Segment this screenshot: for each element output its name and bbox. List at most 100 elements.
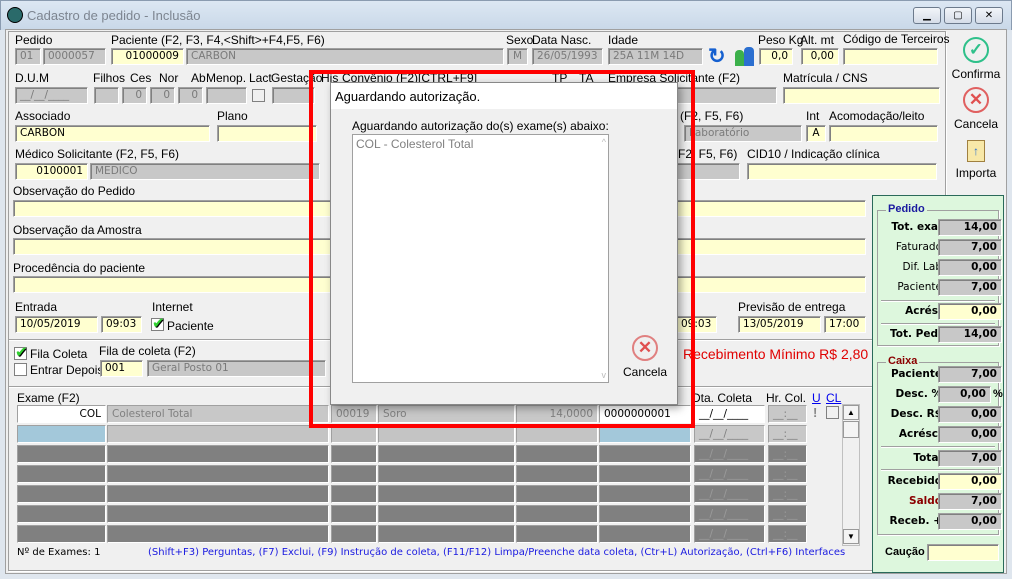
- scroll-down-button[interactable]: ▼: [843, 529, 859, 544]
- sexo-field[interactable]: M: [507, 48, 528, 65]
- ab-field[interactable]: 0: [178, 87, 203, 104]
- cancela-button[interactable]: ✕ Cancela: [948, 87, 1004, 131]
- cl-checkbox[interactable]: [826, 406, 839, 419]
- grid-cell[interactable]: [107, 425, 329, 443]
- grid-cell[interactable]: [107, 445, 329, 463]
- acresc-field[interactable]: 0,00: [938, 426, 1002, 443]
- u-link[interactable]: U: [812, 391, 821, 405]
- grid-cell[interactable]: [378, 525, 515, 543]
- grid-cell[interactable]: [378, 485, 515, 503]
- grid-cell[interactable]: [516, 505, 598, 523]
- previsao-time-field[interactable]: 17:00: [824, 316, 866, 333]
- cl-link[interactable]: CL: [826, 391, 841, 405]
- matricula-field[interactable]: [783, 87, 940, 104]
- paciente-name-field[interactable]: CARBON: [186, 48, 504, 65]
- grid-cell[interactable]: [107, 465, 329, 483]
- pedido-unit-field[interactable]: 01: [15, 48, 41, 65]
- grid-cell[interactable]: [516, 445, 598, 463]
- scroll-thumb[interactable]: [843, 421, 859, 438]
- grid-cell[interactable]: __/__/____: [694, 465, 765, 483]
- grid-cell[interactable]: [516, 485, 598, 503]
- family-icon[interactable]: [735, 47, 755, 66]
- recebido-field[interactable]: 0,00: [938, 473, 1002, 490]
- acomodacao-field[interactable]: [829, 125, 938, 142]
- grid-cell[interactable]: [331, 445, 377, 463]
- grid-cell[interactable]: __/__/____: [694, 405, 765, 423]
- grid-cell[interactable]: [17, 485, 106, 503]
- grid-cell[interactable]: Colesterol Total: [107, 405, 329, 423]
- grid-cell[interactable]: __:__: [768, 405, 807, 423]
- maximize-button[interactable]: ▢: [944, 7, 972, 24]
- fila-name-field[interactable]: Geral Posto 01: [147, 360, 326, 377]
- menop-field[interactable]: [206, 87, 247, 104]
- grid-cell[interactable]: __/__/____: [694, 445, 765, 463]
- grid-cell[interactable]: [378, 445, 515, 463]
- int-field[interactable]: A: [806, 125, 826, 142]
- cid10-field[interactable]: [747, 163, 937, 180]
- desc-rs-field[interactable]: 0,00: [938, 406, 1002, 423]
- associado-field[interactable]: CARBON: [15, 125, 210, 142]
- grid-scrollbar[interactable]: ▲ ▼: [842, 404, 860, 546]
- grid-cell[interactable]: [331, 525, 377, 543]
- idade-field[interactable]: 25A 11M 14D: [608, 48, 703, 65]
- terceiros-field[interactable]: [843, 48, 938, 65]
- grid-cell[interactable]: [17, 525, 106, 543]
- grid-cell[interactable]: [378, 505, 515, 523]
- grid-cell[interactable]: [599, 485, 691, 503]
- medico-name-field[interactable]: MEDICO: [90, 163, 320, 180]
- entrada-time-field[interactable]: 09:03: [101, 316, 142, 333]
- pedido-number-field[interactable]: 0000057: [43, 48, 106, 65]
- grid-cell[interactable]: __:__: [768, 445, 807, 463]
- importa-button[interactable]: ↑ Importa: [948, 140, 1004, 180]
- filhos-field[interactable]: [94, 87, 119, 104]
- grid-cell[interactable]: __:__: [768, 525, 807, 543]
- peso-field[interactable]: 0,0: [759, 48, 793, 65]
- grid-cell[interactable]: __/__/____: [694, 425, 765, 443]
- acres-field[interactable]: 0,00: [938, 303, 1002, 320]
- grid-cell[interactable]: [331, 505, 377, 523]
- grid-cell[interactable]: [599, 465, 691, 483]
- altura-field[interactable]: 0,00: [801, 48, 839, 65]
- grid-cell[interactable]: [331, 465, 377, 483]
- grid-cell[interactable]: __/__/____: [694, 485, 765, 503]
- grid-cell[interactable]: __:__: [768, 465, 807, 483]
- grid-cell[interactable]: COL: [17, 405, 106, 423]
- grid-cell[interactable]: [107, 525, 329, 543]
- caucao-field[interactable]: [927, 544, 999, 561]
- refresh-icon[interactable]: ↻: [708, 44, 726, 69]
- fila-code-field[interactable]: 001: [100, 360, 143, 377]
- fila-coleta-checkbox[interactable]: [14, 343, 28, 361]
- entrar-depois-checkbox[interactable]: [14, 363, 27, 376]
- grid-cell[interactable]: [17, 505, 106, 523]
- grid-cell[interactable]: [17, 425, 106, 443]
- grid-cell[interactable]: __/__/____: [694, 505, 765, 523]
- grid-cell[interactable]: [516, 465, 598, 483]
- grid-cell[interactable]: __/__/____: [694, 525, 765, 543]
- medico-code-field[interactable]: 0100001: [15, 163, 88, 180]
- ces-field[interactable]: 0: [122, 87, 147, 104]
- close-button[interactable]: ✕: [975, 7, 1003, 24]
- confirma-button[interactable]: ✓ Confirma: [948, 37, 1004, 81]
- grid-cell[interactable]: [107, 485, 329, 503]
- grid-cell[interactable]: [378, 465, 515, 483]
- nor-field[interactable]: 0: [150, 87, 175, 104]
- grid-cell[interactable]: [599, 445, 691, 463]
- plano-field[interactable]: [217, 125, 317, 142]
- nasc-field[interactable]: 26/05/1993: [532, 48, 603, 65]
- minimize-button[interactable]: ▁: [913, 7, 941, 24]
- internet-paciente-checkbox[interactable]: [151, 314, 165, 332]
- grid-cell[interactable]: [331, 485, 377, 503]
- dum-field[interactable]: __/__/____: [15, 87, 88, 104]
- grid-cell[interactable]: [516, 525, 598, 543]
- grid-cell[interactable]: [107, 505, 329, 523]
- grid-cell[interactable]: [17, 465, 106, 483]
- entrada-date-field[interactable]: 10/05/2019: [15, 316, 98, 333]
- grid-cell[interactable]: [17, 445, 106, 463]
- lact-checkbox[interactable]: [252, 89, 265, 102]
- grid-cell[interactable]: __:__: [768, 485, 807, 503]
- grid-cell[interactable]: __:__: [768, 505, 807, 523]
- grid-cell[interactable]: __:__: [768, 425, 807, 443]
- desc-pct-field[interactable]: 0,00: [938, 386, 991, 403]
- previsao-date-field[interactable]: 13/05/2019: [738, 316, 821, 333]
- grid-cell[interactable]: [599, 525, 691, 543]
